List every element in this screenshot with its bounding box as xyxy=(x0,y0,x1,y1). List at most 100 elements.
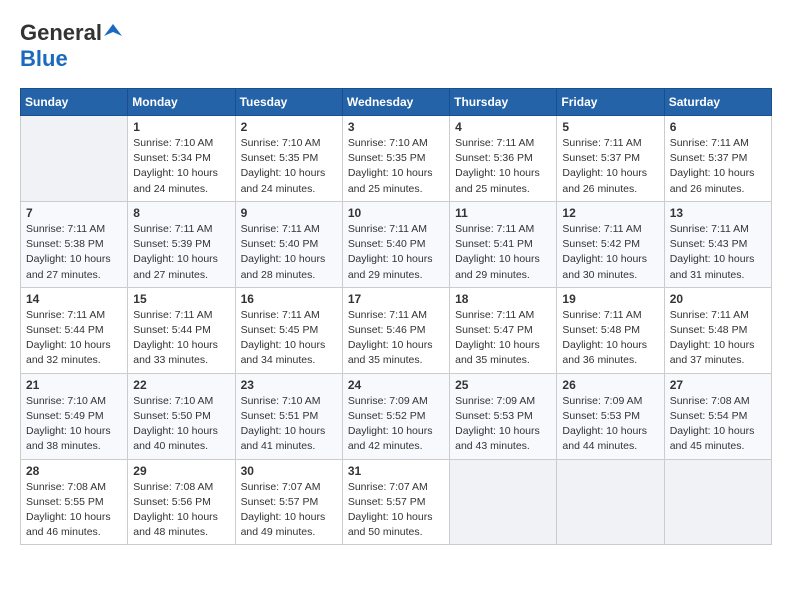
calendar-cell: 4Sunrise: 7:11 AM Sunset: 5:36 PM Daylig… xyxy=(450,116,557,202)
day-of-week-header: Wednesday xyxy=(342,89,449,116)
day-of-week-header: Monday xyxy=(128,89,235,116)
day-number: 9 xyxy=(241,206,337,220)
calendar-cell xyxy=(450,459,557,545)
day-number: 22 xyxy=(133,378,229,392)
day-number: 20 xyxy=(670,292,766,306)
calendar-cell xyxy=(21,116,128,202)
calendar-week-row: 14 Sunrise: 7:11 AM Sunset: 5:44 PM Dayli… xyxy=(21,287,772,373)
logo-bird-icon xyxy=(104,22,122,40)
calendar-cell: 11 Sunrise: 7:11 AM Sunset: 5:41 PM Dayli… xyxy=(450,201,557,287)
calendar-cell: 20 Sunrise: 7:11 AM Sunset: 5:48 PM Dayli… xyxy=(664,287,771,373)
calendar-header: SundayMondayTuesdayWednesdayThursdayFrid… xyxy=(21,89,772,116)
calendar-table: SundayMondayTuesdayWednesdayThursdayFrid… xyxy=(20,88,772,545)
day-number: 14 xyxy=(26,292,122,306)
day-info: Sunrise: 7:09 AM Sunset: 5:53 PM Dayligh… xyxy=(562,394,658,455)
calendar-cell: 2 Sunrise: 7:10 AM Sunset: 5:35 PM Daylig… xyxy=(235,116,342,202)
day-info: Sunrise: 7:11 AM Sunset: 5:38 PM Dayligh… xyxy=(26,222,122,283)
calendar-cell: 1 Sunrise: 7:10 AM Sunset: 5:34 PM Daylig… xyxy=(128,116,235,202)
day-info: Sunrise: 7:11 AM Sunset: 5:44 PM Dayligh… xyxy=(26,308,122,369)
day-number: 27 xyxy=(670,378,766,392)
logo-general-text: General xyxy=(20,20,102,46)
day-number: 2 xyxy=(241,120,337,134)
day-of-week-header: Tuesday xyxy=(235,89,342,116)
day-number: 15 xyxy=(133,292,229,306)
calendar-cell: 27 Sunrise: 7:08 AM Sunset: 5:54 PM Dayli… xyxy=(664,373,771,459)
day-of-week-header: Thursday xyxy=(450,89,557,116)
day-info: Sunrise: 7:10 AM Sunset: 5:34 PM Dayligh… xyxy=(133,136,229,197)
day-number: 31 xyxy=(348,464,444,478)
day-number: 13 xyxy=(670,206,766,220)
day-number: 28 xyxy=(26,464,122,478)
calendar-cell: 9 Sunrise: 7:11 AM Sunset: 5:40 PM Daylig… xyxy=(235,201,342,287)
day-info: Sunrise: 7:08 AM Sunset: 5:55 PM Dayligh… xyxy=(26,480,122,541)
day-number: 5 xyxy=(562,120,658,134)
day-info: Sunrise: 7:10 AM Sunset: 5:35 PM Dayligh… xyxy=(241,136,337,197)
day-number: 8 xyxy=(133,206,229,220)
day-info: Sunrise: 7:11 AM Sunset: 5:48 PM Dayligh… xyxy=(562,308,658,369)
day-info: Sunrise: 7:11 AM Sunset: 5:39 PM Dayligh… xyxy=(133,222,229,283)
calendar-cell: 22 Sunrise: 7:10 AM Sunset: 5:50 PM Dayli… xyxy=(128,373,235,459)
calendar-cell: 19 Sunrise: 7:11 AM Sunset: 5:48 PM Dayli… xyxy=(557,287,664,373)
calendar-week-row: 1 Sunrise: 7:10 AM Sunset: 5:34 PM Daylig… xyxy=(21,116,772,202)
calendar-cell: 8 Sunrise: 7:11 AM Sunset: 5:39 PM Daylig… xyxy=(128,201,235,287)
day-info: Sunrise: 7:11 AM Sunset: 5:40 PM Dayligh… xyxy=(241,222,337,283)
day-info: Sunrise: 7:07 AM Sunset: 5:57 PM Dayligh… xyxy=(348,480,444,541)
day-number: 23 xyxy=(241,378,337,392)
day-number: 12 xyxy=(562,206,658,220)
day-info: Sunrise: 7:11 AM Sunset: 5:46 PM Dayligh… xyxy=(348,308,444,369)
calendar-cell: 28 Sunrise: 7:08 AM Sunset: 5:55 PM Dayli… xyxy=(21,459,128,545)
day-of-week-header: Sunday xyxy=(21,89,128,116)
day-info: Sunrise: 7:11 AM Sunset: 5:41 PM Dayligh… xyxy=(455,222,551,283)
calendar-cell: 6Sunrise: 7:11 AM Sunset: 5:37 PM Daylig… xyxy=(664,116,771,202)
days-of-week-row: SundayMondayTuesdayWednesdayThursdayFrid… xyxy=(21,89,772,116)
day-number: 18 xyxy=(455,292,551,306)
day-number: 4 xyxy=(455,120,551,134)
day-info: Sunrise: 7:11 AM Sunset: 5:43 PM Dayligh… xyxy=(670,222,766,283)
day-of-week-header: Saturday xyxy=(664,89,771,116)
calendar-cell: 15Sunrise: 7:11 AM Sunset: 5:44 PM Dayli… xyxy=(128,287,235,373)
day-number: 3 xyxy=(348,120,444,134)
calendar-cell: 30 Sunrise: 7:07 AM Sunset: 5:57 PM Dayli… xyxy=(235,459,342,545)
day-info: Sunrise: 7:07 AM Sunset: 5:57 PM Dayligh… xyxy=(241,480,337,541)
day-number: 19 xyxy=(562,292,658,306)
day-number: 16 xyxy=(241,292,337,306)
calendar-cell: 10Sunrise: 7:11 AM Sunset: 5:40 PM Dayli… xyxy=(342,201,449,287)
day-info: Sunrise: 7:09 AM Sunset: 5:52 PM Dayligh… xyxy=(348,394,444,455)
calendar-cell: 14 Sunrise: 7:11 AM Sunset: 5:44 PM Dayli… xyxy=(21,287,128,373)
day-info: Sunrise: 7:08 AM Sunset: 5:56 PM Dayligh… xyxy=(133,480,229,541)
calendar-cell xyxy=(557,459,664,545)
day-number: 26 xyxy=(562,378,658,392)
day-info: Sunrise: 7:08 AM Sunset: 5:54 PM Dayligh… xyxy=(670,394,766,455)
day-info: Sunrise: 7:10 AM Sunset: 5:35 PM Dayligh… xyxy=(348,136,444,197)
day-info: Sunrise: 7:11 AM Sunset: 5:42 PM Dayligh… xyxy=(562,222,658,283)
calendar-week-row: 21Sunrise: 7:10 AM Sunset: 5:49 PM Dayli… xyxy=(21,373,772,459)
calendar-week-row: 28 Sunrise: 7:08 AM Sunset: 5:55 PM Dayli… xyxy=(21,459,772,545)
day-number: 1 xyxy=(133,120,229,134)
day-info: Sunrise: 7:10 AM Sunset: 5:50 PM Dayligh… xyxy=(133,394,229,455)
day-number: 11 xyxy=(455,206,551,220)
calendar-cell: 29Sunrise: 7:08 AM Sunset: 5:56 PM Dayli… xyxy=(128,459,235,545)
calendar-cell: 24 Sunrise: 7:09 AM Sunset: 5:52 PM Dayli… xyxy=(342,373,449,459)
day-info: Sunrise: 7:11 AM Sunset: 5:47 PM Dayligh… xyxy=(455,308,551,369)
calendar-cell: 21Sunrise: 7:10 AM Sunset: 5:49 PM Dayli… xyxy=(21,373,128,459)
calendar-cell: 31 Sunrise: 7:07 AM Sunset: 5:57 PM Dayli… xyxy=(342,459,449,545)
day-number: 25 xyxy=(455,378,551,392)
day-info: Sunrise: 7:11 AM Sunset: 5:45 PM Dayligh… xyxy=(241,308,337,369)
day-info: Sunrise: 7:10 AM Sunset: 5:51 PM Dayligh… xyxy=(241,394,337,455)
calendar-cell: 26 Sunrise: 7:09 AM Sunset: 5:53 PM Dayli… xyxy=(557,373,664,459)
day-info: Sunrise: 7:10 AM Sunset: 5:49 PM Dayligh… xyxy=(26,394,122,455)
calendar-cell: 23 Sunrise: 7:10 AM Sunset: 5:51 PM Dayli… xyxy=(235,373,342,459)
calendar-cell: 25Sunrise: 7:09 AM Sunset: 5:53 PM Dayli… xyxy=(450,373,557,459)
calendar-cell xyxy=(664,459,771,545)
calendar-body: 1 Sunrise: 7:10 AM Sunset: 5:34 PM Daylig… xyxy=(21,116,772,545)
day-info: Sunrise: 7:11 AM Sunset: 5:40 PM Dayligh… xyxy=(348,222,444,283)
day-number: 6 xyxy=(670,120,766,134)
day-number: 24 xyxy=(348,378,444,392)
day-number: 17 xyxy=(348,292,444,306)
calendar-cell: 12 Sunrise: 7:11 AM Sunset: 5:42 PM Dayli… xyxy=(557,201,664,287)
day-info: Sunrise: 7:11 AM Sunset: 5:48 PM Dayligh… xyxy=(670,308,766,369)
calendar-cell: 16 Sunrise: 7:11 AM Sunset: 5:45 PM Dayli… xyxy=(235,287,342,373)
calendar-cell: 3 Sunrise: 7:10 AM Sunset: 5:35 PM Daylig… xyxy=(342,116,449,202)
calendar-cell: 5Sunrise: 7:11 AM Sunset: 5:37 PM Daylig… xyxy=(557,116,664,202)
day-number: 30 xyxy=(241,464,337,478)
